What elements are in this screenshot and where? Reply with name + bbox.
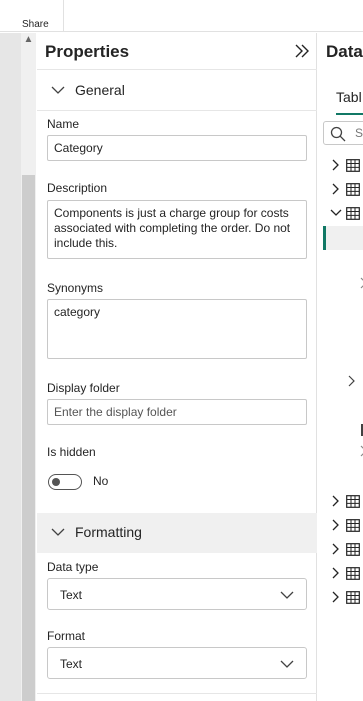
is-hidden-state: No xyxy=(93,474,109,488)
chevron-down-icon xyxy=(51,528,65,536)
tree-table-row[interactable] xyxy=(330,542,363,558)
format-value: Text xyxy=(60,657,83,671)
table-icon xyxy=(346,183,360,196)
chevron-right-icon[interactable] xyxy=(330,567,342,579)
scrollbar-thumb[interactable] xyxy=(22,175,35,701)
table-icon xyxy=(346,591,360,604)
chevron-right-icon[interactable] xyxy=(330,159,342,171)
toggle-knob xyxy=(52,478,60,486)
chevron-right-icon[interactable] xyxy=(330,519,342,531)
data-search-placeholder: S xyxy=(355,126,363,140)
tree-table-row[interactable] xyxy=(330,518,363,534)
chevron-right-icon[interactable] xyxy=(348,375,356,387)
table-icon xyxy=(346,159,360,172)
synonyms-label: Synonyms xyxy=(47,281,104,295)
app-window: Share ▲ Properties General Name Category… xyxy=(0,0,363,701)
table-icon xyxy=(346,495,360,508)
display-folder-label: Display folder xyxy=(47,381,120,395)
section-formatting-label: Formatting xyxy=(75,524,142,540)
display-folder-input[interactable]: Enter the display folder xyxy=(47,399,307,425)
double-chevron-right-icon xyxy=(295,44,309,58)
pane-title: Properties xyxy=(45,42,130,61)
name-label: Name xyxy=(47,117,80,131)
share-label: Share xyxy=(22,19,49,30)
data-pane-title: Data xyxy=(326,42,363,61)
data-type-value: Text xyxy=(60,588,83,602)
description-label: Description xyxy=(47,181,108,195)
chevron-down-icon xyxy=(280,660,294,668)
table-icon xyxy=(346,519,360,532)
tab-tables[interactable]: Tabl xyxy=(336,89,362,105)
collapse-pane-button[interactable] xyxy=(293,41,311,61)
table-icon xyxy=(346,543,360,556)
chevron-down-icon xyxy=(280,591,294,599)
section-general-header[interactable]: General xyxy=(37,71,317,111)
chevron-right-icon[interactable] xyxy=(330,495,342,507)
table-icon xyxy=(346,207,360,220)
tab-active-indicator xyxy=(336,113,363,115)
report-canvas-edge xyxy=(0,33,21,701)
data-pane: Data Tabl S xyxy=(318,33,363,701)
chevron-right-icon[interactable] xyxy=(330,591,342,603)
tree-table-row[interactable] xyxy=(330,182,363,198)
share-group[interactable]: Share xyxy=(0,0,64,32)
chevron-down-icon xyxy=(51,86,65,94)
format-dropdown[interactable]: Text xyxy=(47,647,307,679)
format-label: Format xyxy=(47,629,86,643)
is-hidden-label: Is hidden xyxy=(47,445,96,459)
chevron-down-icon[interactable] xyxy=(330,207,342,219)
ribbon: Share xyxy=(0,0,363,32)
properties-header: Properties xyxy=(37,33,317,70)
tree-table-row[interactable] xyxy=(330,206,363,222)
is-hidden-toggle[interactable] xyxy=(48,474,82,490)
chevron-right-icon[interactable] xyxy=(330,543,342,555)
tree-table-row[interactable] xyxy=(330,566,363,582)
data-type-label: Data type xyxy=(47,560,99,574)
table-icon xyxy=(346,567,360,580)
scroll-up-arrow-icon[interactable]: ▲ xyxy=(21,33,36,47)
tree-table-row[interactable] xyxy=(330,494,363,510)
tree-table-row[interactable] xyxy=(330,158,363,174)
properties-pane: Properties General Name Category Descrip… xyxy=(37,33,317,701)
tree-selected-row[interactable] xyxy=(323,226,363,250)
section-general-label: General xyxy=(75,82,125,98)
data-type-dropdown[interactable]: Text xyxy=(47,578,307,610)
section-formatting-header[interactable]: Formatting xyxy=(37,513,317,553)
divider xyxy=(37,693,317,694)
search-icon xyxy=(330,126,346,142)
chevron-right-icon[interactable] xyxy=(330,183,342,195)
synonyms-textarea[interactable]: category xyxy=(47,299,307,359)
name-input[interactable]: Category xyxy=(47,135,307,161)
tree-selection-indicator xyxy=(323,226,326,250)
description-textarea[interactable]: Components is just a charge group for co… xyxy=(47,200,307,259)
tree-table-row[interactable] xyxy=(330,590,363,606)
